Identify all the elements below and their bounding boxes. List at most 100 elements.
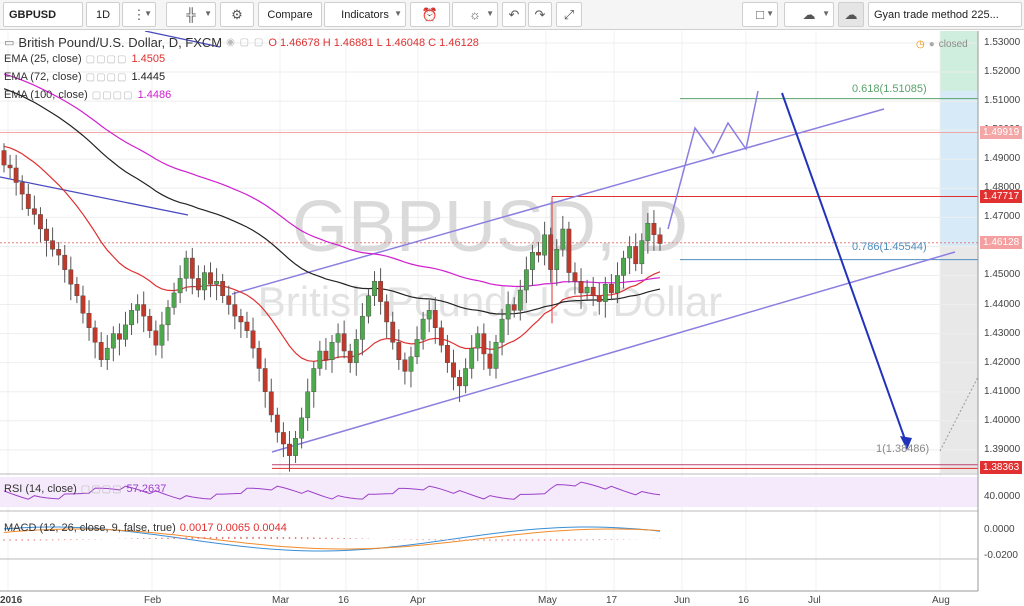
candle-down: [396, 342, 402, 360]
legend-buttons[interactable]: ▢▢▢▢: [86, 72, 128, 83]
candle-up: [627, 246, 633, 259]
rsi-legend: RSI (14, close) ▢▢▢▢ 57.2637: [4, 483, 166, 495]
candle-up: [177, 278, 183, 294]
settings-button[interactable]: ⚙: [220, 2, 254, 27]
ema72-name: EMA (72, close): [4, 71, 82, 83]
candle-up: [554, 249, 560, 270]
candle-down: [378, 281, 383, 302]
redo-button[interactable]: ↷: [528, 2, 552, 27]
compare-button[interactable]: Compare: [258, 2, 322, 27]
study-template-label: Gyan trade method 225...: [874, 8, 999, 21]
date-tick: 16: [738, 595, 750, 606]
legend-buttons[interactable]: ▢▢▢▢: [86, 54, 128, 65]
candle-up: [372, 281, 377, 297]
series-collapse-icon[interactable]: ▭: [4, 36, 14, 49]
fullscreen-button[interactable]: ⤢: [556, 2, 582, 27]
color-button[interactable]: □ ▼: [742, 2, 778, 27]
templates-button[interactable]: ☼ ▼: [452, 2, 498, 27]
study-template-select[interactable]: Gyan trade method 225...: [868, 2, 1022, 27]
date-tick: Aug: [932, 595, 950, 606]
macd-name: MACD (12, 26, close, 9, false, true): [4, 522, 176, 534]
candle-up: [584, 286, 590, 294]
price-tick: 1.53000: [984, 37, 1021, 48]
candle-up: [165, 307, 171, 326]
candle-down: [457, 376, 462, 387]
candle-up: [159, 324, 165, 346]
macd-values: 0.0017 0.0065 0.0044: [179, 522, 287, 534]
macd-axis-tick: 0.0000: [984, 524, 1015, 535]
lightbulb-icon: ☼: [469, 7, 481, 22]
ema25-value: 1.4505: [131, 53, 166, 65]
price-tick: 1.44000: [984, 298, 1021, 310]
date-tick: Feb: [144, 595, 162, 606]
compare-label: Compare: [267, 8, 313, 21]
date-tick: 17: [606, 595, 618, 606]
candle-down: [80, 295, 86, 314]
legend-buttons[interactable]: ▢▢▢▢: [81, 484, 123, 495]
candle-up: [615, 275, 620, 294]
candle-down: [86, 313, 92, 328]
chart-area[interactable]: GBPUSD, D British Pound/U.S. Dollar 0.61…: [0, 31, 1024, 606]
price-label: 1.46128: [980, 235, 1023, 249]
undo-button[interactable]: ↶: [502, 2, 526, 27]
candle-down: [1, 150, 7, 166]
candle-up: [305, 391, 311, 419]
alert-button[interactable]: ⏰: [410, 2, 450, 27]
candle-down: [62, 254, 68, 270]
candle-up: [560, 228, 566, 250]
chevron-down-icon: ▼: [486, 9, 494, 18]
symbol-search[interactable]: GBPUSD: [3, 2, 83, 27]
chart-canvas[interactable]: GBPUSD, D British Pound/U.S. Dollar 0.61…: [0, 31, 1024, 603]
date-tick: Apr: [410, 595, 426, 606]
chart-style-button[interactable]: ╬ ▼: [166, 2, 216, 27]
candle-up: [335, 333, 341, 343]
candle-up: [202, 272, 207, 291]
candle-down: [195, 278, 201, 291]
candle-down: [250, 330, 256, 349]
legend-buttons[interactable]: ▢▢▢▢: [92, 90, 134, 101]
candle-down: [117, 333, 122, 340]
candle-down: [590, 286, 596, 297]
candle-down: [566, 228, 572, 273]
candle-down: [578, 281, 584, 294]
candle-up: [293, 438, 298, 456]
fib-1-label: 1(1.38486): [876, 443, 929, 455]
price-tick: 1.51000: [984, 95, 1021, 107]
candle-down: [572, 272, 578, 282]
candle-up: [359, 315, 365, 340]
candle-up: [493, 342, 499, 369]
candle-up: [602, 283, 608, 302]
candle-up: [645, 222, 651, 241]
legend-buttons[interactable]: ◉ ▢ ▢: [226, 37, 264, 48]
square-icon: □: [756, 7, 764, 22]
candle-up: [299, 417, 305, 439]
load-chart-button[interactable]: ☁ ▼: [784, 2, 834, 27]
candle-down: [609, 283, 614, 294]
ema100-legend: EMA (100, close) ▢▢▢▢ 1.4486: [4, 89, 171, 101]
bar-style-button[interactable]: ⋮ ▼: [122, 2, 156, 27]
save-chart-button[interactable]: ☁: [838, 2, 864, 27]
candle-up: [517, 289, 523, 311]
candle-down: [274, 414, 280, 433]
date-tick: 16: [338, 595, 350, 606]
candle-up: [135, 304, 141, 311]
candle-down: [657, 234, 663, 244]
candle-up: [420, 318, 426, 340]
interval-select[interactable]: 1D: [86, 2, 120, 27]
candle-up: [463, 368, 469, 387]
candle-up: [469, 347, 475, 369]
indicators-label: Indicators: [341, 8, 389, 21]
price-label: 1.47717: [980, 189, 1023, 203]
candle-down: [548, 234, 554, 270]
ema72-legend: EMA (72, close) ▢▢▢▢ 1.4445: [4, 71, 165, 83]
candle-down: [432, 310, 438, 328]
candle-down: [262, 368, 268, 392]
candle-down: [402, 359, 408, 372]
indicators-button[interactable]: Indicators ▼: [324, 2, 406, 27]
candle-down: [50, 240, 55, 250]
chevron-down-icon: ▼: [822, 9, 830, 18]
redo-icon: ↷: [534, 7, 546, 22]
candle-down: [536, 252, 541, 256]
candle-down: [141, 304, 147, 317]
candle-down: [451, 362, 456, 378]
